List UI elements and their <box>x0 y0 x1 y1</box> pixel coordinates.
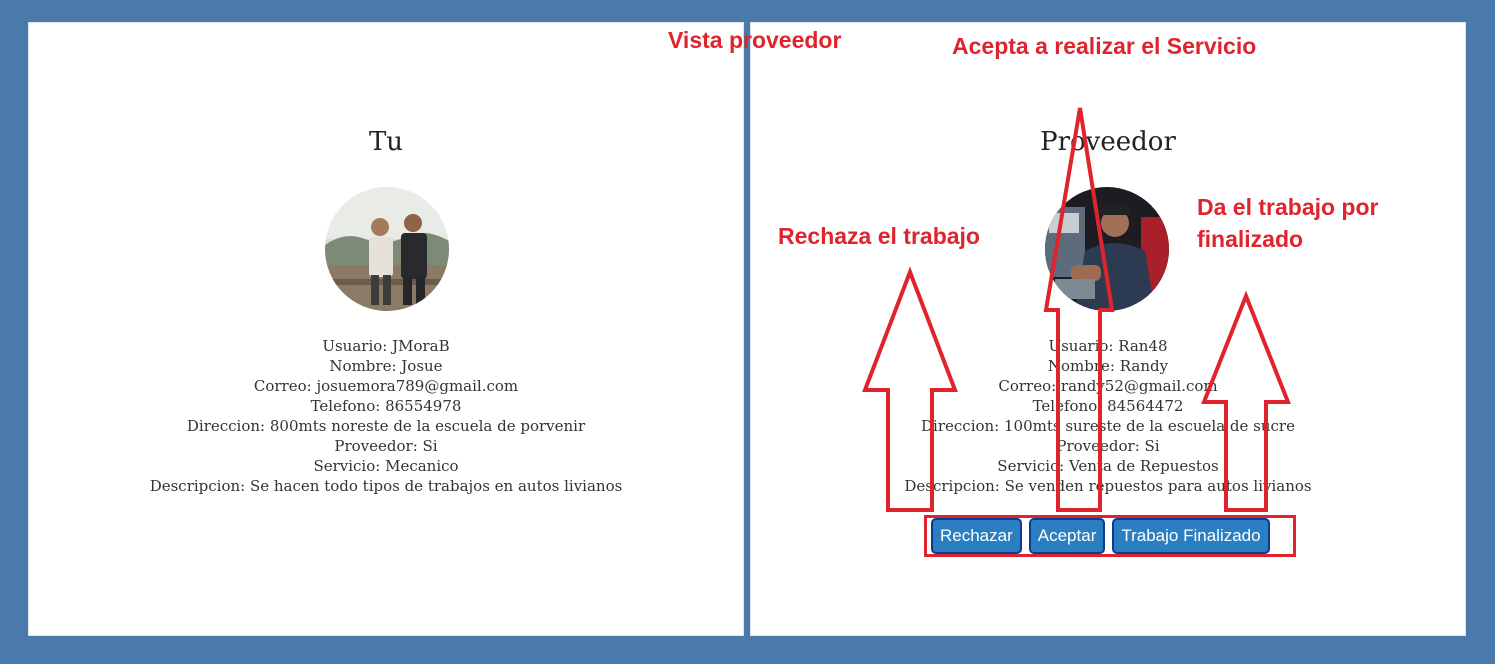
provider-panel-title: Proveedor <box>1040 127 1176 157</box>
user-address: Direccion: 800mts noreste de la escuela … <box>186 417 586 435</box>
user-info: Usuario: JMoraB Nombre: Josue Correo: jo… <box>29 336 743 496</box>
accept-button[interactable]: Aceptar <box>1028 518 1106 554</box>
action-buttons-group: Rechazar Aceptar Trabajo Finalizado <box>924 515 1296 557</box>
accept-note: Acepta a realizar el Servicio <box>952 33 1257 59</box>
view-label: Vista proveedor <box>668 27 842 53</box>
provider-phone: Telefono: 84564472 <box>1032 397 1184 415</box>
finish-note-line1: Da el trabajo por <box>1197 194 1379 220</box>
user-avatar <box>325 187 449 311</box>
provider-provider-flag: Proveedor: Si <box>1056 437 1160 455</box>
provider-description: Descripcion: Se venden repuestos para au… <box>904 477 1312 495</box>
reject-button[interactable]: Rechazar <box>931 518 1022 554</box>
finish-note-line2: finalizado <box>1197 226 1304 252</box>
provider-service: Servicio: Venta de Repuestos <box>997 457 1219 475</box>
user-profile-panel: Tu Usuario: JMoraB Nombre: Josue Correo:… <box>28 22 744 636</box>
user-username: Usuario: JMoraB <box>322 337 450 355</box>
finish-job-button[interactable]: Trabajo Finalizado <box>1112 518 1270 554</box>
user-email: Correo: josuemora789@gmail.com <box>253 377 519 395</box>
provider-email: Correo: randy52@gmail.com <box>998 377 1218 395</box>
user-phone: Telefono: 86554978 <box>310 397 462 415</box>
provider-profile-panel: Proveedor Usuario: Ran48 Nombre: Randy C… <box>750 22 1466 636</box>
provider-username: Usuario: Ran48 <box>1048 337 1168 355</box>
reject-note: Rechaza el trabajo <box>778 223 980 249</box>
provider-info: Usuario: Ran48 Nombre: Randy Correo: ran… <box>751 336 1465 496</box>
user-description: Descripcion: Se hacen todo tipos de trab… <box>149 477 623 495</box>
user-service: Servicio: Mecanico <box>313 457 459 475</box>
provider-avatar <box>1045 187 1169 311</box>
user-provider-flag: Proveedor: Si <box>334 437 438 455</box>
provider-address: Direccion: 100mts sureste de la escuela … <box>921 417 1295 435</box>
user-panel-title: Tu <box>368 127 404 157</box>
user-name: Nombre: Josue <box>329 357 443 375</box>
provider-name: Nombre: Randy <box>1047 357 1169 375</box>
